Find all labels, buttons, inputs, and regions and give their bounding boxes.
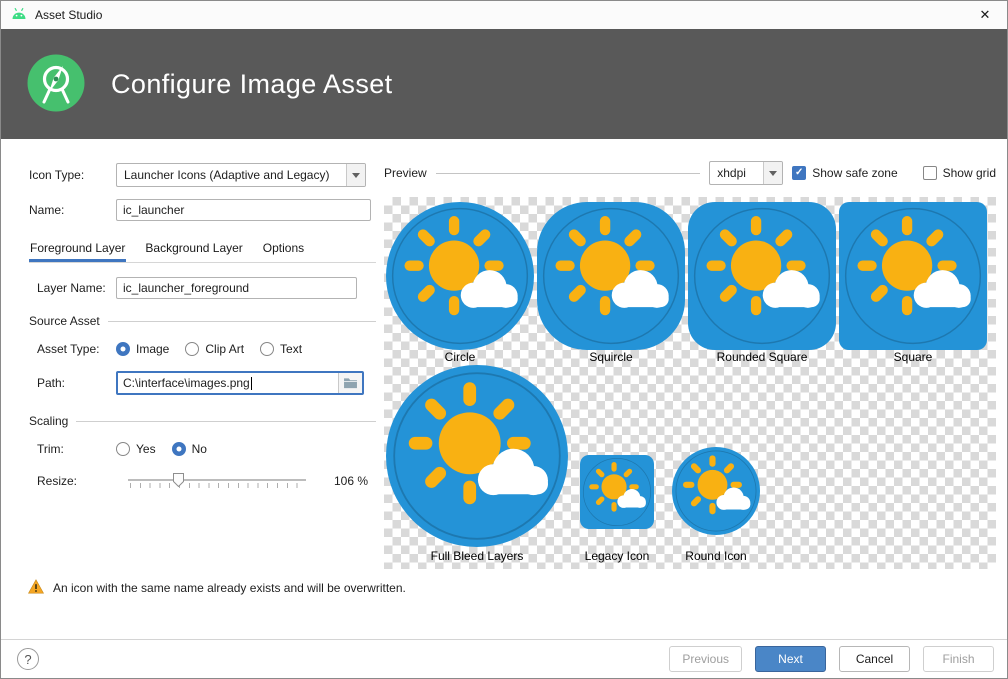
preview-label-circle: Circle [386, 350, 534, 364]
icon-type-label: Icon Type: [29, 168, 116, 182]
asset-type-image-radio[interactable]: Image [116, 342, 169, 356]
radio-icon [116, 442, 130, 456]
layer-name-value: ic_launcher_foreground [123, 281, 249, 295]
path-input[interactable]: C:\interface\images.png [116, 371, 364, 395]
name-value: ic_launcher [123, 203, 184, 217]
tab-options[interactable]: Options [262, 237, 305, 262]
path-value: C:\interface\images.png [123, 376, 250, 390]
radio-selected-icon [116, 342, 130, 356]
asset-type-clipart-radio[interactable]: Clip Art [185, 342, 244, 356]
window-title: Asset Studio [35, 8, 102, 22]
icon-type-value: Launcher Icons (Adaptive and Legacy) [117, 168, 346, 182]
page-title: Configure Image Asset [111, 69, 393, 100]
help-button[interactable]: ? [17, 648, 39, 670]
folder-icon [343, 377, 358, 389]
titlebar: Asset Studio ✕ [1, 1, 1007, 29]
preview-panel: Preview xhdpi Show safe zone Show grid [384, 161, 996, 569]
resize-slider[interactable] [128, 471, 306, 491]
resize-value: 106 % [334, 474, 368, 488]
radio-selected-icon [172, 442, 186, 456]
show-grid-checkbox[interactable]: Show grid [923, 166, 996, 180]
preview-label-round: Round Icon [666, 549, 766, 563]
preview-label: Preview [384, 166, 427, 180]
preview-asset-full-bleed [386, 365, 568, 547]
cancel-button[interactable]: Cancel [839, 646, 910, 672]
tab-background-layer[interactable]: Background Layer [144, 237, 243, 262]
trim-no-radio[interactable]: No [172, 442, 207, 456]
layer-name-input[interactable]: ic_launcher_foreground [116, 277, 357, 299]
path-label: Path: [37, 376, 116, 390]
trim-yes-radio[interactable]: Yes [116, 442, 156, 456]
close-icon[interactable]: ✕ [963, 1, 1007, 29]
preview-asset-rounded-square [688, 202, 836, 350]
footer-bar: ? Previous Next Cancel Finish [1, 639, 1007, 678]
preview-header: Preview xhdpi Show safe zone Show grid [384, 161, 996, 185]
chevron-down-icon[interactable] [346, 164, 365, 186]
source-asset-heading: Source Asset [29, 313, 376, 329]
chevron-down-icon[interactable] [763, 162, 782, 184]
radio-icon [260, 342, 274, 356]
slider-thumb[interactable] [173, 473, 184, 487]
settings-panel: Icon Type: Launcher Icons (Adaptive and … [1, 139, 384, 491]
wizard-banner: Configure Image Asset [1, 29, 1007, 139]
divider [108, 321, 376, 322]
asset-type-text-radio[interactable]: Text [260, 342, 302, 356]
preview-label-legacy: Legacy Icon [570, 549, 664, 563]
preview-label-square: Square [839, 350, 987, 364]
warning-icon [28, 579, 44, 597]
density-dropdown[interactable]: xhdpi [709, 161, 783, 185]
divider [436, 173, 701, 174]
layer-tabs: Foreground Layer Background Layer Option… [29, 237, 376, 263]
icon-type-dropdown[interactable]: Launcher Icons (Adaptive and Legacy) [116, 163, 366, 187]
radio-icon [185, 342, 199, 356]
checkbox-icon [923, 166, 937, 180]
name-input[interactable]: ic_launcher [116, 199, 371, 221]
checkbox-checked-icon [792, 166, 806, 180]
tab-foreground-layer[interactable]: Foreground Layer [29, 237, 126, 262]
divider [76, 421, 376, 422]
previous-button[interactable]: Previous [669, 646, 742, 672]
wizard-buttons: Previous Next Cancel Finish [669, 646, 994, 672]
preview-asset-squircle [537, 202, 685, 350]
android-studio-logo [27, 54, 85, 115]
asset-type-label: Asset Type: [37, 342, 116, 356]
preview-asset-square [839, 202, 987, 350]
preview-asset-circle [386, 202, 534, 350]
preview-asset-legacy [580, 455, 654, 529]
android-head-icon [11, 7, 27, 23]
preview-canvas: Circle Squircle Rounded Square Square Fu… [384, 197, 996, 569]
warning-text: An icon with the same name already exist… [53, 581, 406, 595]
slider-ticks [130, 483, 306, 488]
preview-asset-round [672, 447, 760, 535]
resize-label: Resize: [37, 474, 116, 488]
preview-label-full-bleed: Full Bleed Layers [386, 549, 568, 563]
asset-studio-window: Asset Studio ✕ Configure Image Asset Ico… [0, 0, 1008, 679]
browse-folder-button[interactable] [338, 373, 362, 393]
finish-button[interactable]: Finish [923, 646, 994, 672]
preview-label-rounded-square: Rounded Square [688, 350, 836, 364]
layer-name-label: Layer Name: [37, 281, 116, 295]
density-value: xhdpi [710, 166, 763, 180]
text-caret [251, 377, 252, 390]
name-label: Name: [29, 203, 116, 217]
preview-label-squircle: Squircle [537, 350, 685, 364]
trim-label: Trim: [37, 442, 116, 456]
show-safe-zone-checkbox[interactable]: Show safe zone [792, 166, 897, 180]
next-button[interactable]: Next [755, 646, 826, 672]
warning-message: An icon with the same name already exist… [28, 579, 406, 597]
scaling-heading: Scaling [29, 413, 376, 429]
slider-track [128, 479, 306, 481]
